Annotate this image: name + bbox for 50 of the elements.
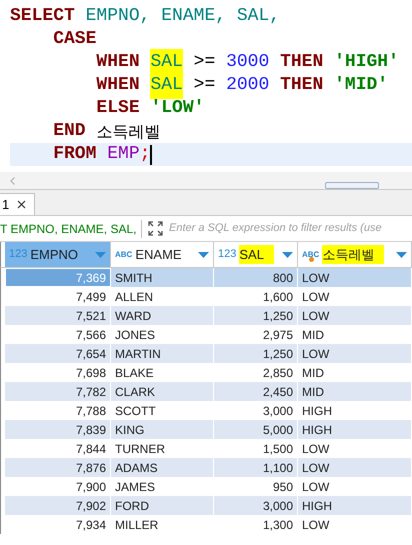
query-text: T EMPNO, ENAME, SAL,: [0, 220, 142, 238]
scroll-left-icon[interactable]: [10, 176, 15, 184]
column-header[interactable]: 123 EMPNO: [5, 242, 111, 267]
code-token: 3000: [226, 51, 270, 74]
code-token: 2000: [226, 74, 270, 97]
text-type-icon: ABC: [115, 248, 132, 260]
column-name: SAL: [239, 244, 274, 264]
code-token: 'HIGH': [334, 51, 399, 74]
table-row[interactable]: 7,782 CLARK 2,450 MID: [5, 382, 412, 401]
text-cursor: [150, 144, 152, 164]
table-row[interactable]: 7,369 SMITH 800 LOW: [5, 268, 412, 287]
code-token: >=: [192, 51, 216, 74]
code-token: THEN: [279, 74, 324, 97]
code-token: ELSE: [95, 97, 141, 120]
table-row[interactable]: 7,902 FORD 3,000 HIGH: [5, 496, 412, 515]
number-type-icon: 123: [218, 246, 236, 263]
table-row[interactable]: 7,521 WARD 1,250 LOW: [5, 306, 412, 325]
column-name: 소득레벨: [322, 244, 384, 264]
table-row[interactable]: 7,839 KING 5,000 HIGH: [5, 420, 412, 439]
table-cell: LOW: [298, 515, 412, 534]
number-type-icon: 123: [9, 246, 28, 263]
column-name: EMPNO: [30, 246, 78, 264]
table-row[interactable]: 7,876 ADAMS 1,100 LOW: [5, 458, 412, 477]
close-icon[interactable]: [17, 200, 26, 209]
results-tab[interactable]: 1: [0, 193, 36, 215]
table-row[interactable]: 7,654 MARTIN 1,250 LOW: [5, 344, 412, 363]
pane-resize-handle[interactable]: [325, 182, 379, 189]
code-token: 'MID': [334, 74, 388, 97]
expand-icon[interactable]: [148, 221, 163, 236]
code-token: FROM: [52, 143, 98, 166]
table-cell: 7,934: [5, 515, 111, 534]
table-cell: 7,369: [5, 268, 111, 287]
code-token: 소득레벨: [96, 120, 160, 142]
code-token: EMP: [107, 143, 140, 166]
code-token: 'LOW': [150, 97, 204, 120]
code-token: END: [52, 120, 87, 143]
column-name: ENAME: [135, 246, 182, 264]
code-token: WHEN: [95, 74, 141, 97]
sort-caret-icon[interactable]: [396, 252, 407, 258]
code-token: EMPNO, ENAME, SAL,: [86, 5, 280, 28]
table-cell: 1,300: [214, 515, 298, 534]
table-cell: MILLER: [111, 515, 214, 534]
code-token: WHEN: [95, 51, 141, 74]
code-token: CASE: [52, 28, 96, 51]
code-token: THEN: [279, 51, 324, 74]
sort-caret-icon[interactable]: [198, 252, 209, 258]
code-token: >=: [192, 74, 216, 97]
code-token: ;: [140, 143, 150, 166]
sort-caret-icon[interactable]: [282, 252, 293, 258]
code-token: SELECT: [10, 5, 76, 28]
